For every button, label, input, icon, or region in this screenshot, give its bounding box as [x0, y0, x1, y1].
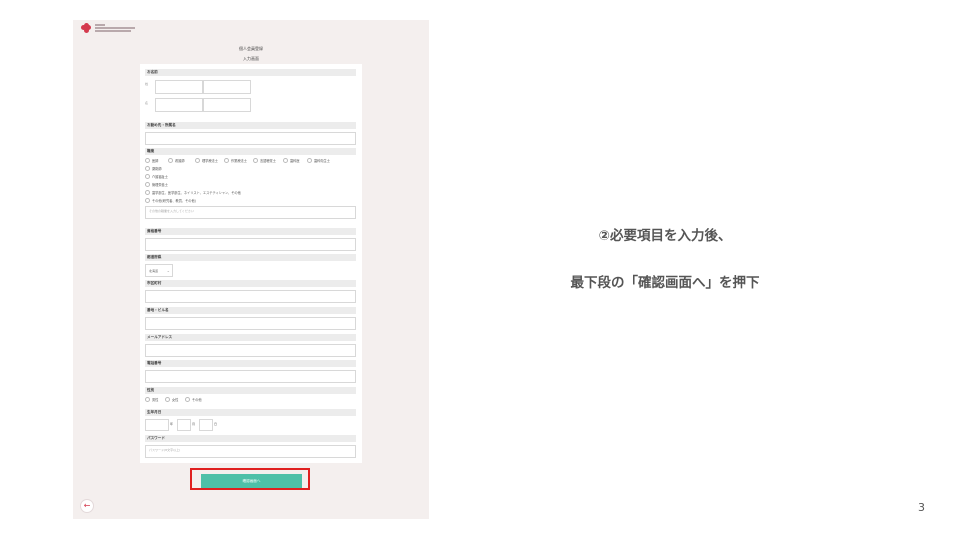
section-password: パスワード [145, 435, 356, 442]
section-gender: 性別 [145, 387, 356, 394]
section-email: メールアドレス [145, 334, 356, 341]
instruction-line-1: ②必要項目を入力後、 [598, 228, 732, 244]
occupation-option[interactable]: 歯科衛生士 [307, 158, 330, 163]
section-phone: 電話番号 [145, 360, 356, 367]
workplace-input[interactable] [145, 132, 356, 145]
back-arrow-icon[interactable]: ← [80, 499, 94, 513]
logo-mark-icon [81, 23, 91, 33]
license-input[interactable] [145, 238, 356, 251]
last-name-kana-input[interactable] [155, 98, 203, 112]
instruction-line-2: 最下段の「確認画面へ」を押下 [570, 275, 760, 291]
radio-icon [145, 166, 150, 171]
gender-option[interactable]: 女性 [165, 397, 178, 402]
occupation-option[interactable]: 看護師 [168, 158, 185, 163]
email-input[interactable] [145, 344, 356, 357]
occupation-other-input[interactable]: その他の職業を入力してください [145, 206, 356, 219]
registration-screenshot: 個人会員登録 入力画面 お名前 姓 名 お勤め先・所属名 職業 医師 看護師 理… [73, 20, 429, 519]
radio-icon [145, 198, 150, 203]
radio-icon [253, 158, 258, 163]
form-title: 個人会員登録 [239, 46, 263, 51]
birth-day-unit: 日 [214, 422, 218, 426]
city-input[interactable] [145, 290, 356, 303]
gender-option[interactable]: その他 [185, 397, 202, 402]
birth-month-unit: 月 [192, 422, 196, 426]
confirm-button[interactable]: 確認画面へ [201, 474, 302, 488]
label-sei: 姓 [145, 82, 149, 86]
radio-icon [145, 174, 150, 179]
occupation-option[interactable]: 言語聴覚士 [253, 158, 276, 163]
section-occupation: 職業 [145, 148, 356, 155]
radio-icon [145, 190, 150, 195]
occupation-option[interactable]: 歯学部生、医学部生、ネイリスト、エステティシャン、その他 [145, 190, 241, 195]
occupation-other-placeholder: その他の職業を入力してください [149, 209, 194, 213]
last-name-input[interactable] [155, 80, 203, 94]
section-workplace: お勤め先・所属名 [145, 122, 356, 129]
phone-input[interactable] [145, 370, 356, 383]
section-name: お名前 [145, 69, 356, 76]
occupation-option[interactable]: その他(研究者、教員、その他) [145, 198, 196, 203]
occupation-option[interactable]: 理学療法士 [195, 158, 218, 163]
section-license: 資格番号 [145, 228, 356, 235]
prefecture-value: 北海道 [149, 269, 159, 273]
radio-icon [145, 182, 150, 187]
birth-year-unit: 年 [170, 422, 174, 426]
occupation-option[interactable]: 医師 [145, 158, 158, 163]
section-birthdate: 生年月日 [145, 409, 356, 416]
occupation-option[interactable]: 介護福祉士 [145, 174, 168, 179]
prefecture-select[interactable]: 北海道 ⌄ [145, 264, 173, 277]
form-card: お名前 姓 名 お勤め先・所属名 職業 医師 看護師 理学療法士 作業療法士 言… [140, 64, 362, 463]
form-subtitle: 入力画面 [243, 56, 259, 61]
occupation-option[interactable]: 作業療法士 [224, 158, 247, 163]
section-city: 市区町村 [145, 280, 356, 287]
radio-icon [145, 397, 150, 402]
radio-icon [168, 158, 173, 163]
radio-icon [283, 158, 288, 163]
chevron-down-icon: ⌄ [166, 268, 170, 273]
radio-icon [185, 397, 190, 402]
password-input[interactable]: パスワード(8文字以上) [145, 445, 356, 458]
password-placeholder: パスワード(8文字以上) [149, 448, 181, 452]
label-mei: 名 [145, 101, 149, 105]
building-input[interactable] [145, 317, 356, 330]
page-number: 3 [918, 501, 925, 514]
radio-icon [165, 397, 170, 402]
first-name-input[interactable] [203, 80, 251, 94]
radio-icon [195, 158, 200, 163]
occupation-option[interactable]: 薬剤師 [145, 166, 162, 171]
birth-day-select[interactable] [199, 419, 213, 431]
radio-icon [145, 158, 150, 163]
occupation-option[interactable]: 歯科医 [283, 158, 300, 163]
section-prefecture: 都道府県 [145, 254, 356, 261]
radio-icon [224, 158, 229, 163]
birth-year-select[interactable] [145, 419, 169, 431]
occupation-option[interactable]: 管理栄養士 [145, 182, 168, 187]
first-name-kana-input[interactable] [203, 98, 251, 112]
section-building: 番地・ビル名 [145, 307, 356, 314]
radio-icon [307, 158, 312, 163]
gender-option[interactable]: 男性 [145, 397, 158, 402]
brand-logo [81, 23, 135, 33]
birth-month-select[interactable] [177, 419, 191, 431]
